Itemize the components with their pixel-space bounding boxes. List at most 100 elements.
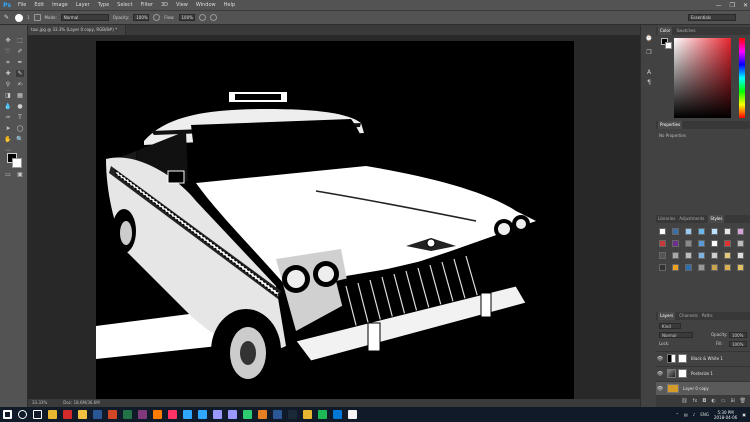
lightroom-icon[interactable]	[183, 410, 192, 419]
chrome-alt-icon[interactable]	[303, 410, 312, 419]
style-swatch[interactable]	[724, 264, 731, 271]
style-swatch[interactable]	[672, 264, 679, 271]
word-icon[interactable]	[93, 410, 102, 419]
blur-tool-icon[interactable]: 💧	[4, 103, 12, 110]
document-tab[interactable]: taxi.jpg @ 33.3% (Layer 0 copy, RGB/8#) …	[28, 25, 126, 35]
eyedropper-tool-icon[interactable]: ✒	[16, 59, 24, 66]
indesign-icon[interactable]	[168, 410, 177, 419]
style-swatch[interactable]	[685, 228, 692, 235]
notifications-chevron-icon[interactable]: ⌃	[676, 412, 679, 417]
layer-style-icon[interactable]: fx	[693, 398, 698, 404]
style-swatch[interactable]	[698, 252, 705, 259]
language-indicator[interactable]: ENG	[700, 412, 709, 417]
style-swatch[interactable]	[698, 264, 705, 271]
paragraph-panel-icon[interactable]: ¶	[645, 79, 653, 86]
illustrator-icon[interactable]	[153, 410, 162, 419]
new-group-icon[interactable]: ▭	[721, 398, 726, 404]
mode-select[interactable]: Normal	[60, 14, 109, 21]
style-swatch[interactable]	[724, 240, 731, 247]
zoom-level[interactable]: 33.33%	[32, 399, 47, 407]
style-swatch[interactable]	[659, 264, 666, 271]
tab-layers[interactable]: Layers	[658, 312, 676, 320]
dodge-tool-icon[interactable]: ●	[16, 103, 24, 110]
brush-panel-icon[interactable]	[33, 14, 41, 21]
color-picker-field[interactable]	[674, 38, 731, 118]
history-panel-icon[interactable]: ⌚	[645, 35, 653, 42]
chrome-icon[interactable]	[48, 410, 57, 419]
workspace-select[interactable]: Essentials	[688, 14, 736, 21]
paint-icon[interactable]	[258, 410, 267, 419]
style-swatch[interactable]	[685, 264, 692, 271]
layer-opacity-field[interactable]: 100%	[729, 332, 747, 338]
brush-tool-icon[interactable]: ✎	[4, 14, 11, 21]
clone-stamp-tool-icon[interactable]: ⚲	[4, 81, 12, 88]
tab-swatches[interactable]: Swatches	[676, 27, 695, 35]
powerpoint-icon[interactable]	[108, 410, 117, 419]
flow-field[interactable]: 100%	[178, 14, 195, 21]
style-swatch[interactable]	[659, 252, 666, 259]
maximize-button[interactable]: ❐	[730, 0, 735, 11]
menu-filter[interactable]: Filter	[137, 0, 157, 11]
tab-properties[interactable]: Properties	[658, 121, 683, 129]
move-tool-icon[interactable]: ✥	[4, 37, 12, 44]
gradient-tool-icon[interactable]: ▦	[16, 92, 24, 99]
menu-select[interactable]: Select	[113, 0, 136, 11]
style-swatch[interactable]	[737, 264, 744, 271]
spotify-icon[interactable]	[318, 410, 327, 419]
tab-color[interactable]: Color	[658, 27, 673, 35]
style-swatch[interactable]	[737, 228, 744, 235]
action-center-icon[interactable]: ▣	[742, 412, 746, 417]
task-view-icon[interactable]	[33, 410, 42, 419]
menu-file[interactable]: File	[14, 0, 30, 11]
layer-row-selected[interactable]: 👁 Layer 0 copy	[656, 381, 750, 395]
clock[interactable]: 5:30 PM 2018-04-06	[714, 410, 737, 420]
tab-paths[interactable]: Paths	[702, 312, 713, 320]
media-icon[interactable]	[333, 410, 342, 419]
minimize-button[interactable]: —	[716, 0, 722, 11]
style-swatch[interactable]	[737, 240, 744, 247]
eye-icon[interactable]: 👁	[656, 386, 664, 392]
style-swatch[interactable]	[737, 252, 744, 259]
image-canvas[interactable]	[96, 41, 574, 399]
opera-icon[interactable]	[63, 410, 72, 419]
onenote-icon[interactable]	[138, 410, 147, 419]
layer-mask-thumbnail[interactable]	[678, 369, 687, 378]
style-swatch[interactable]	[685, 252, 692, 259]
crop-tool-icon[interactable]: ⌗	[4, 59, 12, 66]
style-swatch[interactable]	[711, 252, 718, 259]
airbrush-icon[interactable]	[198, 14, 206, 21]
menu-image[interactable]: Image	[48, 0, 72, 11]
layer-kind-filter[interactable]: Kind	[659, 323, 681, 329]
menu-help[interactable]: Help	[220, 0, 239, 11]
character-panel-icon[interactable]: A	[645, 69, 653, 76]
style-swatch[interactable]	[659, 228, 666, 235]
search-icon[interactable]	[18, 410, 27, 419]
network-icon[interactable]: ▤	[684, 412, 688, 417]
zoom-tool-icon[interactable]: 🔍	[16, 136, 24, 143]
menu-3d[interactable]: 3D	[157, 0, 172, 11]
start-icon[interactable]	[3, 410, 12, 419]
style-swatch[interactable]	[672, 228, 679, 235]
adjustment-layer-button-icon[interactable]: ◐	[711, 398, 715, 404]
style-swatch[interactable]	[698, 240, 705, 247]
premiere-icon[interactable]	[213, 410, 222, 419]
menu-layer[interactable]: Layer	[72, 0, 94, 11]
style-swatch[interactable]	[711, 264, 718, 271]
tab-channels[interactable]: Channels	[679, 312, 698, 320]
new-layer-icon[interactable]: ⊞	[730, 398, 734, 404]
brush-preset-picker[interactable]	[15, 13, 23, 22]
opacity-field[interactable]: 100%	[133, 14, 150, 21]
layer-fill-field[interactable]: 100%	[729, 341, 747, 347]
layer-row[interactable]: 👁 Posterize 1	[656, 366, 750, 380]
menu-edit[interactable]: Edit	[30, 0, 48, 11]
healing-brush-tool-icon[interactable]: ✚	[4, 70, 12, 77]
volume-icon[interactable]: ♪	[693, 412, 696, 417]
pen-tool-icon[interactable]: ✑	[4, 114, 12, 121]
menu-window[interactable]: Window	[192, 0, 220, 11]
style-swatch[interactable]	[711, 228, 718, 235]
steam-icon[interactable]	[288, 410, 297, 419]
style-swatch[interactable]	[698, 228, 705, 235]
eraser-tool-icon[interactable]: ◨	[4, 92, 12, 99]
style-swatch[interactable]	[685, 240, 692, 247]
path-select-tool-icon[interactable]: ➤	[4, 125, 12, 132]
